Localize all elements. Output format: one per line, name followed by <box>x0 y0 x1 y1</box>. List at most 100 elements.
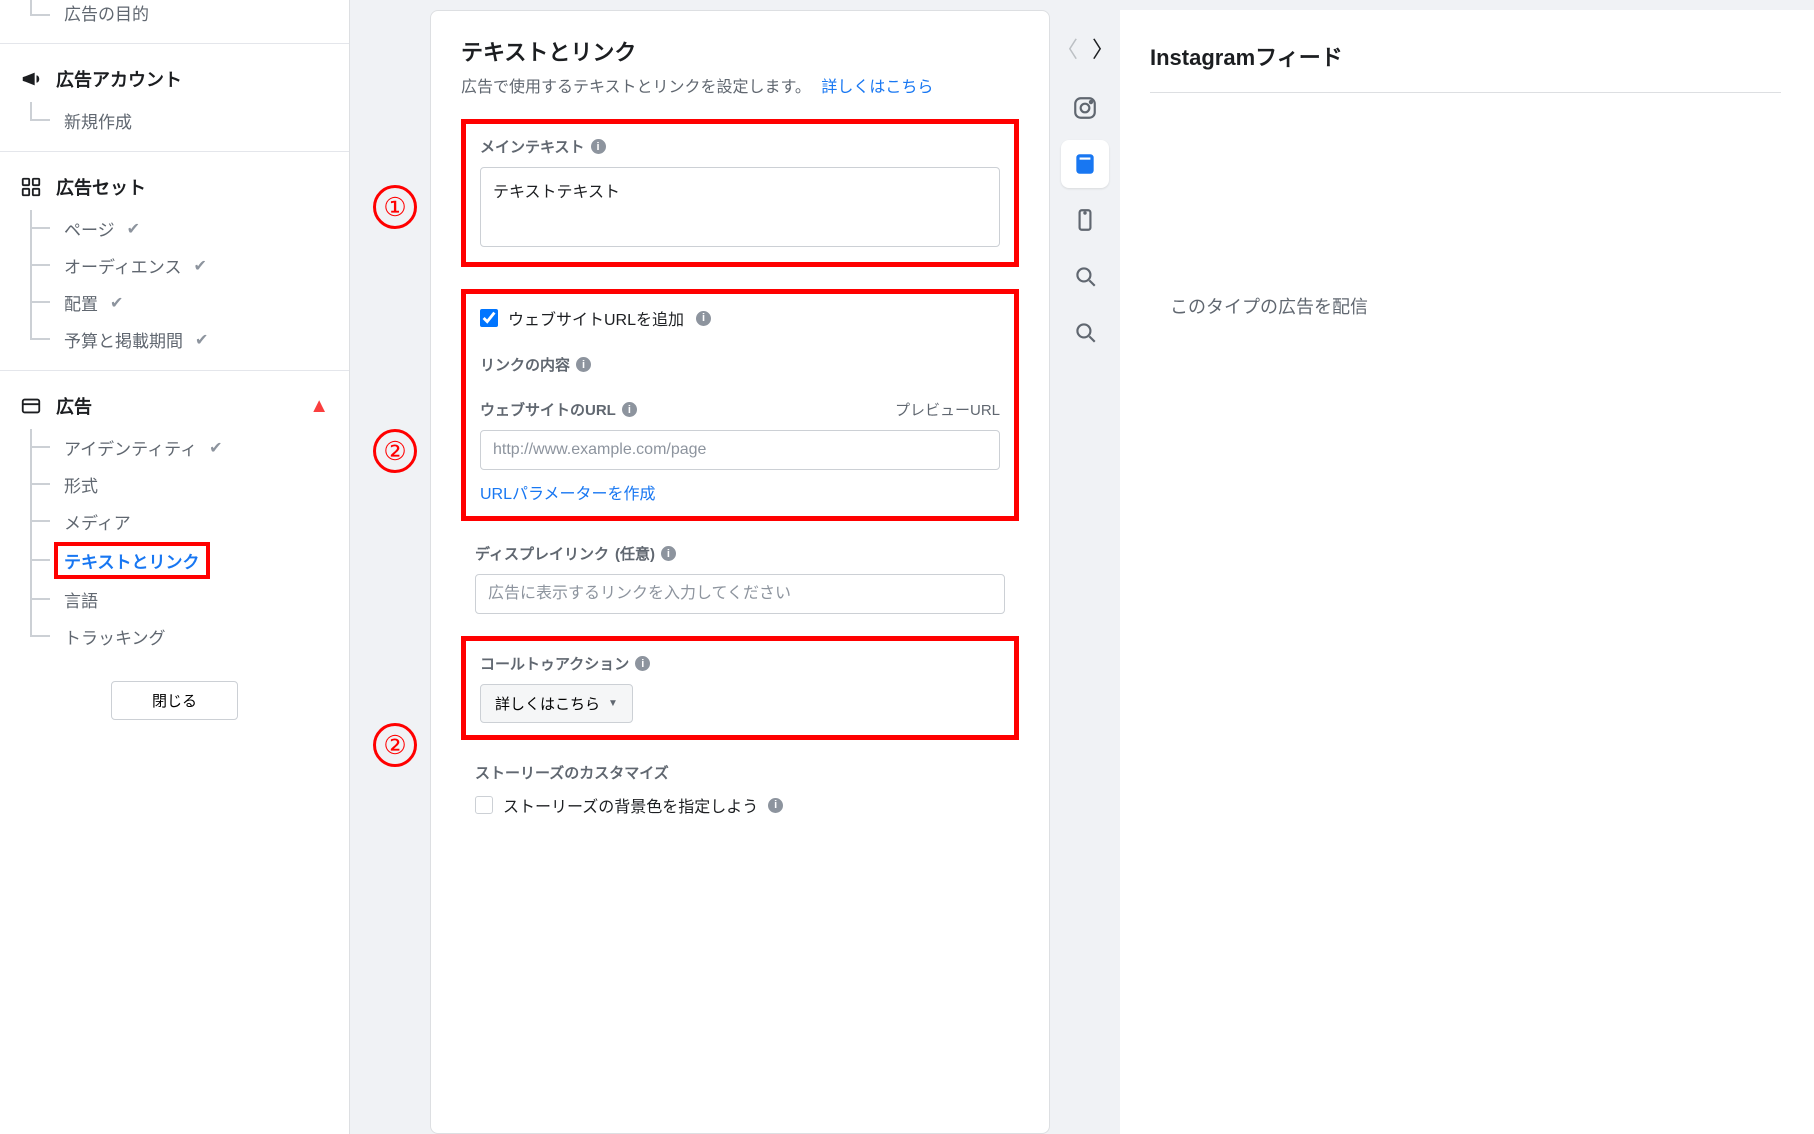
stories-bg-row: ストーリーズの背景色を指定しよう i <box>461 793 1019 817</box>
add-url-label: ウェブサイトURLを追加 <box>508 306 684 330</box>
sidebar-item-objective[interactable]: 広告の目的 <box>0 0 349 31</box>
stories-customize-label: ストーリーズのカスタマイズ <box>475 762 1005 783</box>
info-icon[interactable]: i <box>576 357 591 372</box>
sidebar-item-language[interactable]: 言語 <box>0 581 349 618</box>
info-icon[interactable]: i <box>622 402 637 417</box>
chevron-down-icon: ▼ <box>608 698 618 709</box>
sidebar-item-label: テキストとリンク <box>58 546 206 575</box>
annotation-column: ① ② ② <box>360 10 430 1134</box>
sidebar-section-account: 広告アカウント 新規作成 <box>0 44 349 152</box>
check-icon: ✔ <box>127 219 140 239</box>
warning-icon: ▲ <box>309 395 329 418</box>
sidebar-item-label: メディア <box>40 509 131 534</box>
check-icon: ✔ <box>195 330 208 350</box>
create-url-params-link[interactable]: URLパラメーターを作成 <box>480 480 656 504</box>
sidebar-item-page[interactable]: ページ ✔ <box>0 210 349 247</box>
check-icon: ✔ <box>193 256 206 276</box>
stories-block: ストーリーズのカスタマイズ <box>461 762 1019 783</box>
sidebar-heading-account[interactable]: 広告アカウント <box>0 56 349 102</box>
sidebar-item-budget[interactable]: 予算と掲載期間 ✔ <box>0 321 349 358</box>
learn-more-link[interactable]: 詳しくはこちら <box>821 79 933 96</box>
annotation-2: ② <box>373 429 417 473</box>
display-link-input[interactable] <box>475 574 1005 614</box>
sidebar-section-adset: 広告セット ページ ✔ オーディエンス ✔ 配置 ✔ 予算と掲載期間 ✔ <box>0 152 349 371</box>
card-subtitle: 広告で使用するテキストとリンクを設定します。 詳しくはこちら <box>461 73 1019 97</box>
rail-feed-icon[interactable] <box>1061 140 1109 188</box>
rail-next-icon[interactable]: 〉 <box>1088 28 1118 68</box>
sidebar-item-label: 言語 <box>40 587 98 612</box>
highlight-box-main-text: メインテキスト i <box>461 119 1019 267</box>
preview-rail: 〈 〉 <box>1050 10 1120 1134</box>
link-content-label: リンクの内容 i <box>480 354 1000 375</box>
main-text-input[interactable] <box>480 167 1000 247</box>
sidebar-section-objective: 広告の目的 <box>0 0 349 44</box>
sidebar-item-placement[interactable]: 配置 ✔ <box>0 284 349 321</box>
card-subtitle-text: 広告で使用するテキストとリンクを設定します。 <box>461 79 811 96</box>
sidebar-item-label: 形式 <box>40 472 98 497</box>
check-icon: ✔ <box>209 438 222 458</box>
preview-title: Instagramフィード <box>1150 40 1814 72</box>
preview-divider <box>1150 92 1781 93</box>
sidebar-item-format[interactable]: 形式 <box>0 466 349 503</box>
sidebar-item-label: ページ <box>40 216 115 241</box>
sidebar-heading-label: 広告セット <box>56 174 146 200</box>
sidebar-item-label: 広告の目的 <box>40 0 149 25</box>
stories-bg-label: ストーリーズの背景色を指定しよう <box>503 793 758 817</box>
grid-icon <box>20 176 42 198</box>
megaphone-icon <box>20 67 42 91</box>
rail-instagram-icon[interactable] <box>1061 84 1109 132</box>
info-icon[interactable]: i <box>768 798 783 813</box>
sidebar-item-identity[interactable]: アイデンティティ ✔ <box>0 429 349 466</box>
sidebar-heading-label: 広告 <box>56 393 92 419</box>
rail-prev-icon[interactable]: 〈 <box>1052 28 1082 68</box>
highlight-box-cta: コールトゥアクション i 詳しくはこちら ▼ <box>461 636 1019 740</box>
sidebar-item-label: トラッキング <box>40 624 166 649</box>
info-icon[interactable]: i <box>635 656 650 671</box>
sidebar-item-label: 配置 <box>40 290 98 315</box>
left-sidebar: 広告の目的 広告アカウント 新規作成 広告セット ページ ✔ オーディエンス ✔ <box>0 0 350 1134</box>
rail-nav: 〈 〉 <box>1052 28 1118 68</box>
sidebar-item-new[interactable]: 新規作成 <box>0 102 349 139</box>
preview-pane: Instagramフィード このタイプの広告を配信 <box>1120 10 1814 1134</box>
sidebar-item-tracking[interactable]: トラッキング <box>0 618 349 655</box>
sidebar-item-label: 予算と掲載期間 <box>40 327 183 352</box>
stories-bg-checkbox[interactable] <box>475 796 493 814</box>
sidebar-heading-label: 広告アカウント <box>56 66 182 92</box>
main-text-label: メインテキスト i <box>480 136 1000 157</box>
sidebar-heading-adset[interactable]: 広告セット <box>0 164 349 210</box>
card-icon <box>20 395 42 417</box>
sidebar-heading-ad[interactable]: 広告 ▲ <box>0 383 349 429</box>
rail-mobile-icon[interactable] <box>1061 196 1109 244</box>
add-url-checkbox[interactable] <box>480 309 498 327</box>
preview-url-label: プレビューURL <box>895 399 1000 420</box>
display-link-label: ディスプレイリンク(任意) i <box>475 543 1005 564</box>
sidebar-item-label: 新規作成 <box>40 108 132 133</box>
close-button[interactable]: 閉じる <box>111 681 238 720</box>
check-icon: ✔ <box>110 293 123 313</box>
sidebar-item-audience[interactable]: オーディエンス ✔ <box>0 247 349 284</box>
annotation-1: ① <box>373 185 417 229</box>
close-button-label: 閉じる <box>152 690 197 711</box>
info-icon[interactable]: i <box>591 139 606 154</box>
rail-search-icon[interactable] <box>1061 252 1109 300</box>
website-url-input[interactable] <box>480 430 1000 470</box>
sidebar-section-ad: 広告 ▲ アイデンティティ ✔ 形式 メディア テキストとリンク 言語 トラッキ… <box>0 371 349 732</box>
sidebar-item-text-link[interactable]: テキストとリンク <box>0 540 349 581</box>
card-title: テキストとリンク <box>461 35 1019 67</box>
sidebar-item-label: アイデンティティ <box>40 435 197 460</box>
add-url-row: ウェブサイトURLを追加 i <box>480 306 1000 330</box>
annotation-3: ② <box>373 723 417 767</box>
form-card: テキストとリンク 広告で使用するテキストとリンクを設定します。 詳しくはこちら … <box>430 10 1050 1134</box>
info-icon[interactable]: i <box>661 546 676 561</box>
cta-dropdown[interactable]: 詳しくはこちら ▼ <box>480 684 633 723</box>
sidebar-item-label: オーディエンス <box>40 253 181 278</box>
info-icon[interactable]: i <box>696 311 711 326</box>
cta-dropdown-value: 詳しくはこちら <box>495 693 600 714</box>
rail-search2-icon[interactable] <box>1061 308 1109 356</box>
cta-label: コールトゥアクション i <box>480 653 1000 674</box>
preview-message: このタイプの広告を配信 <box>1150 293 1814 319</box>
close-button-area: 閉じる <box>0 671 349 720</box>
display-link-block: ディスプレイリンク(任意) i <box>461 543 1019 614</box>
sidebar-item-media[interactable]: メディア <box>0 503 349 540</box>
center-area: ① ② ② テキストとリンク 広告で使用するテキストとリンクを設定します。 詳し… <box>350 0 1814 1134</box>
